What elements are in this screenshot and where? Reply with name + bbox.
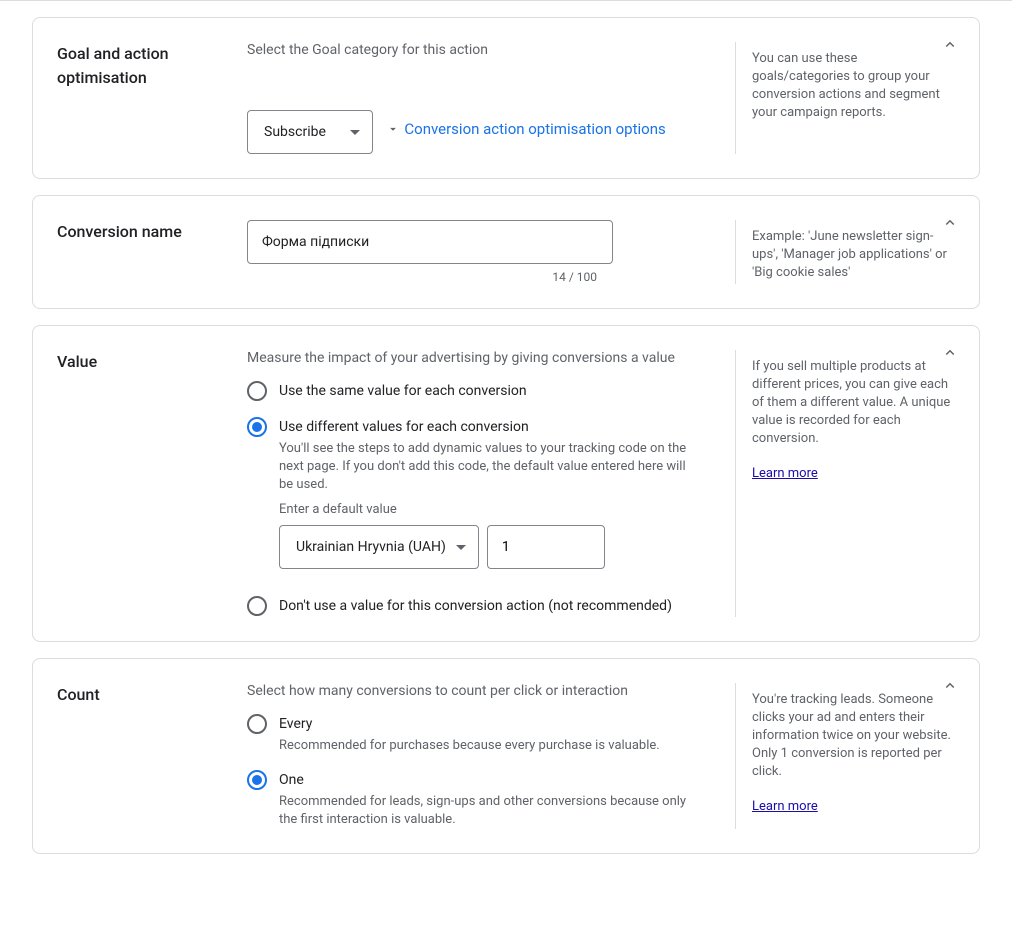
collapse-count-icon[interactable]	[941, 677, 959, 695]
currency-value: Ukrainian Hryvnia (UAH)	[296, 539, 446, 555]
count-radio-every[interactable]: Every Recommended for purchases because …	[247, 713, 703, 755]
value-radio-different[interactable]: Use different values for each conversion…	[247, 416, 703, 494]
count-one-label: One	[279, 769, 703, 791]
value-same-label: Use the same value for each conversion	[279, 380, 527, 402]
count-one-hint: Recommended for leads, sign-ups and othe…	[279, 793, 703, 829]
caret-down-icon	[350, 130, 360, 135]
optimisation-options-toggle[interactable]: Conversion action optimisation options	[386, 120, 665, 138]
count-learn-more-link[interactable]: Learn more	[752, 799, 818, 814]
optimisation-options-label: Conversion action optimisation options	[404, 120, 665, 138]
conversion-name-char-count: 14 / 100	[247, 270, 597, 284]
currency-select[interactable]: Ukrainian Hryvnia (UAH)	[279, 525, 479, 569]
count-radio-one[interactable]: One Recommended for leads, sign-ups and …	[247, 769, 703, 829]
value-diff-label: Use different values for each conversion	[279, 416, 703, 438]
goal-title: Goal and action optimisation	[57, 42, 247, 90]
value-subheader: Measure the impact of your advertising b…	[247, 350, 703, 366]
goal-category-value: Subscribe	[264, 124, 326, 140]
goal-subheader: Select the Goal category for this action	[247, 42, 703, 58]
goal-help-text: You can use these goals/categories to gr…	[752, 50, 955, 122]
collapse-goal-icon[interactable]	[941, 36, 959, 54]
goal-section: Goal and action optimisation Select the …	[32, 17, 980, 179]
default-value-input[interactable]	[487, 525, 605, 569]
goal-category-select[interactable]: Subscribe	[247, 110, 373, 154]
count-help-text: You're tracking leads. Someone clicks yo…	[752, 691, 955, 781]
default-value-label: Enter a default value	[279, 502, 703, 517]
count-section: Count Select how many conversions to cou…	[32, 658, 980, 854]
value-diff-hint: You'll see the steps to add dynamic valu…	[279, 440, 703, 494]
value-help-text: If you sell multiple products at differe…	[752, 358, 955, 448]
radio-icon	[247, 381, 267, 401]
conversion-name-title: Conversion name	[57, 220, 247, 244]
caret-down-icon	[456, 545, 466, 550]
count-title: Count	[57, 683, 247, 707]
count-every-hint: Recommended for purchases because every …	[279, 737, 660, 755]
radio-checked-icon	[247, 770, 267, 790]
conversion-name-section: Conversion name 14 / 100 Example: 'June …	[32, 195, 980, 309]
value-section: Value Measure the impact of your adverti…	[32, 325, 980, 642]
count-subheader: Select how many conversions to count per…	[247, 683, 703, 699]
value-title: Value	[57, 350, 247, 374]
collapse-value-icon[interactable]	[941, 344, 959, 362]
radio-icon	[247, 714, 267, 734]
value-radio-same[interactable]: Use the same value for each conversion	[247, 380, 703, 402]
value-learn-more-link[interactable]: Learn more	[752, 466, 818, 481]
value-radio-none[interactable]: Don't use a value for this conversion ac…	[247, 595, 703, 617]
chevron-down-icon	[386, 122, 400, 136]
collapse-name-icon[interactable]	[941, 214, 959, 232]
conversion-name-help-text: Example: 'June newsletter sign-ups', 'Ma…	[752, 228, 955, 282]
count-every-label: Every	[279, 713, 660, 735]
conversion-name-input[interactable]	[247, 220, 613, 264]
radio-icon	[247, 596, 267, 616]
radio-checked-icon	[247, 417, 267, 437]
value-none-label: Don't use a value for this conversion ac…	[279, 595, 672, 617]
